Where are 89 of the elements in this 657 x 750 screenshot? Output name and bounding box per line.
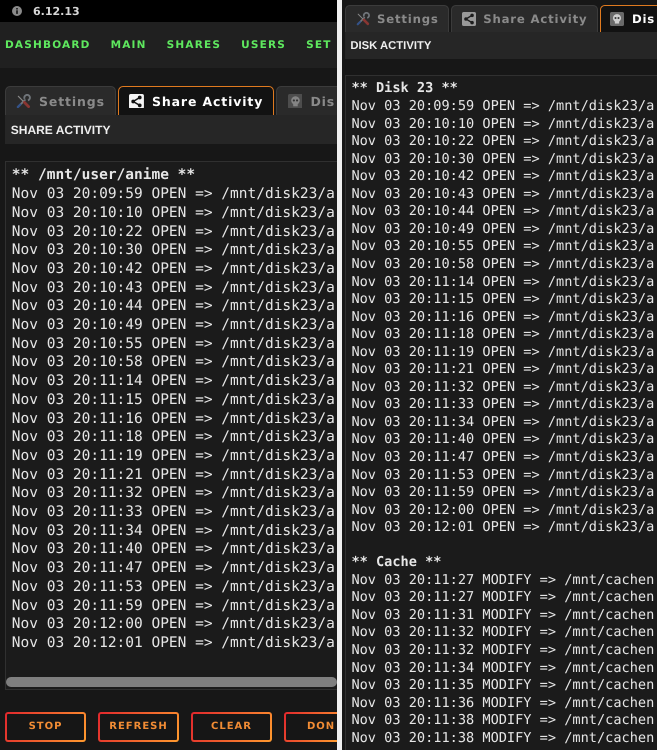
log-line: Nov 03 20:10:22 OPEN => /mnt/disk23/a (12, 222, 336, 242)
log-line: Nov 03 20:11:36 MODIFY => /mnt/cachen (351, 694, 656, 712)
log-line: Nov 03 20:11:31 MODIFY => /mnt/cachen (351, 606, 656, 624)
log-line: Nov 03 20:11:18 OPEN => /mnt/disk23/a (12, 428, 336, 447)
info-icon (12, 6, 22, 16)
section-header: SHARE ACTIVITY (5, 115, 337, 144)
tools-icon (356, 12, 370, 26)
log-line: Nov 03 20:11:59 OPEN => /mnt/disk23/a (351, 484, 656, 502)
tools-icon (16, 94, 32, 108)
log-line: Nov 03 20:10:30 OPEN => /mnt/disk23/a (12, 241, 336, 260)
log-line: Nov 03 20:10:30 OPEN => /mnt/disk23/a (351, 150, 656, 168)
log-line: Nov 03 20:10:43 OPEN => /mnt/disk23/a (351, 186, 656, 204)
tab[interactable]: Settings (5, 86, 116, 115)
log-line: Nov 03 20:11:33 OPEN => /mnt/disk23/a (351, 396, 656, 414)
log-line: Nov 03 20:11:38 MODIFY => /mnt/cachen (351, 730, 656, 748)
log-line: Nov 03 20:09:59 OPEN => /mnt/disk23/a (12, 185, 336, 204)
log-line: Nov 03 20:10:49 OPEN => /mnt/disk23/a (351, 220, 656, 238)
horizontal-scrollbar[interactable] (6, 676, 337, 687)
log-heading: ** Disk 23 ** (351, 80, 459, 98)
log-line: Nov 03 20:11:21 OPEN => /mnt/disk23/a (351, 361, 656, 379)
log-line: Nov 03 20:12:01 OPEN => /mnt/disk23/a (12, 634, 336, 653)
tab[interactable]: Share Activity (451, 5, 598, 32)
share-icon (129, 94, 144, 108)
log-line: Nov 03 20:11:34 OPEN => /mnt/disk23/a (351, 414, 656, 432)
log-line: Nov 03 20:11:34 MODIFY => /mnt/cachen (351, 660, 656, 678)
log-line: Nov 03 20:11:38 MODIFY => /mnt/cachen (351, 712, 656, 730)
log-line: Nov 03 20:11:40 OPEN => /mnt/disk23/a (351, 431, 656, 449)
share-icon (462, 12, 476, 26)
log-heading: ** Cache ** (351, 554, 442, 572)
log-line: Nov 03 20:11:18 OPEN => /mnt/disk23/a (351, 326, 656, 344)
nav-link[interactable]: USERS (241, 39, 286, 51)
action-button[interactable]: STOP (5, 712, 86, 742)
log-line: Nov 03 20:11:32 MODIFY => /mnt/cachen (351, 624, 656, 642)
log-line: Nov 03 20:10:43 OPEN => /mnt/disk23/a (12, 278, 336, 298)
log-line: Nov 03 20:10:10 OPEN => /mnt/disk23/a (351, 116, 656, 134)
log-heading: ** /mnt/user/anime ** (12, 166, 196, 186)
log-line: Nov 03 20:11:14 OPEN => /mnt/disk23/a (12, 372, 336, 391)
log-line: Nov 03 20:10:49 OPEN => /mnt/disk23/a (12, 316, 336, 335)
log-line: Nov 03 20:11:34 OPEN => /mnt/disk23/a (12, 522, 336, 540)
log-line: Nov 03 20:11:33 OPEN => /mnt/disk23/a (12, 503, 336, 522)
log-line: Nov 03 20:11:15 OPEN => /mnt/disk23/a (12, 390, 336, 410)
skull-icon (288, 94, 302, 108)
tab[interactable]: Share Activity (118, 86, 274, 115)
action-button[interactable]: DON (284, 712, 337, 742)
nav-link[interactable]: SHARES (166, 39, 222, 51)
log-line: Nov 03 20:11:21 OPEN => /mnt/disk23/a (12, 466, 336, 484)
log-line: Nov 03 20:10:10 OPEN => /mnt/disk23/a (12, 204, 336, 223)
log-line: Nov 03 20:11:40 OPEN => /mnt/disk23/a (12, 540, 336, 560)
tab[interactable]: Dis (276, 86, 337, 115)
log-line: Nov 03 20:10:42 OPEN => /mnt/disk23/a (351, 168, 656, 186)
nav-link[interactable]: SET (306, 39, 332, 51)
log-line: Nov 03 20:11:14 OPEN => /mnt/disk23/a (351, 274, 656, 292)
log-line: Nov 03 20:11:32 MODIFY => /mnt/cachen (351, 642, 656, 660)
log-line: Nov 03 20:10:55 OPEN => /mnt/disk23/a (351, 238, 656, 256)
log-line: Nov 03 20:11:15 OPEN => /mnt/disk23/a (351, 291, 656, 309)
skull-icon (610, 12, 624, 26)
log-line: Nov 03 20:11:19 OPEN => /mnt/disk23/a (12, 446, 336, 466)
log-line: Nov 03 20:10:55 OPEN => /mnt/disk23/a (12, 334, 336, 354)
nav-link[interactable]: DASHBOARD (5, 39, 91, 51)
log-line: Nov 03 20:11:19 OPEN => /mnt/disk23/a (351, 344, 656, 362)
log-line: Nov 03 20:11:53 OPEN => /mnt/disk23/a (12, 578, 336, 597)
log-line: Nov 03 20:10:44 OPEN => /mnt/disk23/a (12, 297, 336, 316)
log-line: Nov 03 20:10:44 OPEN => /mnt/disk23/a (351, 203, 656, 221)
log-line: Nov 03 20:12:00 OPEN => /mnt/disk23/a (351, 502, 656, 520)
log-line: Nov 03 20:10:58 OPEN => /mnt/disk23/a (12, 353, 336, 372)
log-line: Nov 03 20:11:32 OPEN => /mnt/disk23/a (12, 484, 336, 504)
log-line: Nov 03 20:12:00 OPEN => /mnt/disk23/a (12, 615, 336, 634)
log-line: Nov 03 20:10:22 OPEN => /mnt/disk23/a (351, 133, 656, 151)
tab[interactable]: Dis (600, 5, 657, 32)
log-line: Nov 03 20:11:35 MODIFY => /mnt/cachen (351, 677, 656, 695)
log-line: Nov 03 20:11:32 OPEN => /mnt/disk23/a (351, 378, 656, 396)
log-line: Nov 03 20:11:16 OPEN => /mnt/disk23/a (12, 410, 336, 428)
log-line: Nov 03 20:11:59 OPEN => /mnt/disk23/a (12, 596, 336, 616)
tab[interactable]: Settings (345, 5, 450, 32)
version-label: 6.12.13 (33, 4, 80, 18)
log-line: Nov 03 20:09:59 OPEN => /mnt/disk23/a (351, 98, 656, 116)
section-header: DISK ACTIVITY (345, 32, 657, 60)
log-line: Nov 03 20:12:01 OPEN => /mnt/disk23/a (351, 519, 656, 537)
log-line: Nov 03 20:11:16 OPEN => /mnt/disk23/a (351, 308, 656, 326)
log-line: Nov 03 20:11:27 MODIFY => /mnt/cachen (351, 589, 656, 607)
action-button[interactable]: CLEAR (191, 712, 272, 742)
log-line: Nov 03 20:10:42 OPEN => /mnt/disk23/a (12, 260, 336, 279)
log-line: Nov 03 20:10:58 OPEN => /mnt/disk23/a (351, 256, 656, 274)
nav-link[interactable]: MAIN (110, 39, 147, 51)
log-line: Nov 03 20:11:27 MODIFY => /mnt/cachen (351, 572, 656, 590)
log-line: Nov 03 20:11:53 OPEN => /mnt/disk23/a (351, 466, 656, 484)
action-button[interactable]: REFRESH (98, 712, 179, 742)
log-line: Nov 03 20:11:47 OPEN => /mnt/disk23/a (12, 559, 336, 578)
log-line: Nov 03 20:11:47 OPEN => /mnt/disk23/a (351, 448, 656, 467)
